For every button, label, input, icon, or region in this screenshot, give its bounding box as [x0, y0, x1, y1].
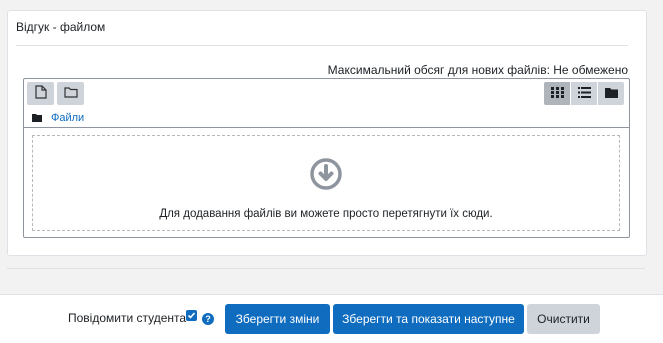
folder-icon: [32, 111, 42, 125]
grid-icon: [550, 86, 564, 101]
notify-student-checkbox[interactable]: [186, 310, 197, 321]
notify-student-label: Повідомити студента: [68, 311, 187, 325]
check-icon: [187, 309, 196, 323]
view-list-button[interactable]: [571, 82, 597, 105]
file-icon: [34, 85, 47, 102]
max-file-size-text: Максимальний обсяг для нових файлів: Не …: [327, 63, 628, 77]
breadcrumb: Файли: [32, 111, 84, 125]
file-picker-toolbar: Файли: [24, 79, 629, 128]
action-footer: Повідомити студента ? Зберегти зміни Збе…: [0, 294, 663, 343]
file-picker: Файли Для додавання файлів ви можете про…: [23, 78, 630, 238]
add-file-button[interactable]: [27, 82, 54, 105]
drop-zone-message: Для додавання файлів ви можете просто пе…: [159, 208, 493, 220]
save-changes-button[interactable]: Зберегти зміни: [225, 304, 330, 334]
section-divider: [7, 268, 645, 269]
legend-divider: [16, 45, 628, 46]
view-tree-button[interactable]: [598, 82, 624, 105]
help-icon[interactable]: ?: [202, 313, 214, 325]
view-icons-button[interactable]: [544, 82, 570, 105]
section-legend: Відгук - файлом: [16, 20, 106, 34]
folder-icon: [604, 87, 618, 101]
reset-button[interactable]: Очистити: [527, 304, 600, 334]
save-and-show-next-button[interactable]: Зберегти та показати наступне: [333, 304, 524, 334]
list-icon: [577, 86, 591, 101]
folder-icon: [63, 86, 78, 101]
download-arrow-icon: [310, 158, 342, 193]
create-folder-button[interactable]: [57, 82, 84, 105]
breadcrumb-files-link[interactable]: Файли: [51, 112, 84, 124]
file-drop-zone[interactable]: Для додавання файлів ви можете просто пе…: [32, 135, 620, 231]
